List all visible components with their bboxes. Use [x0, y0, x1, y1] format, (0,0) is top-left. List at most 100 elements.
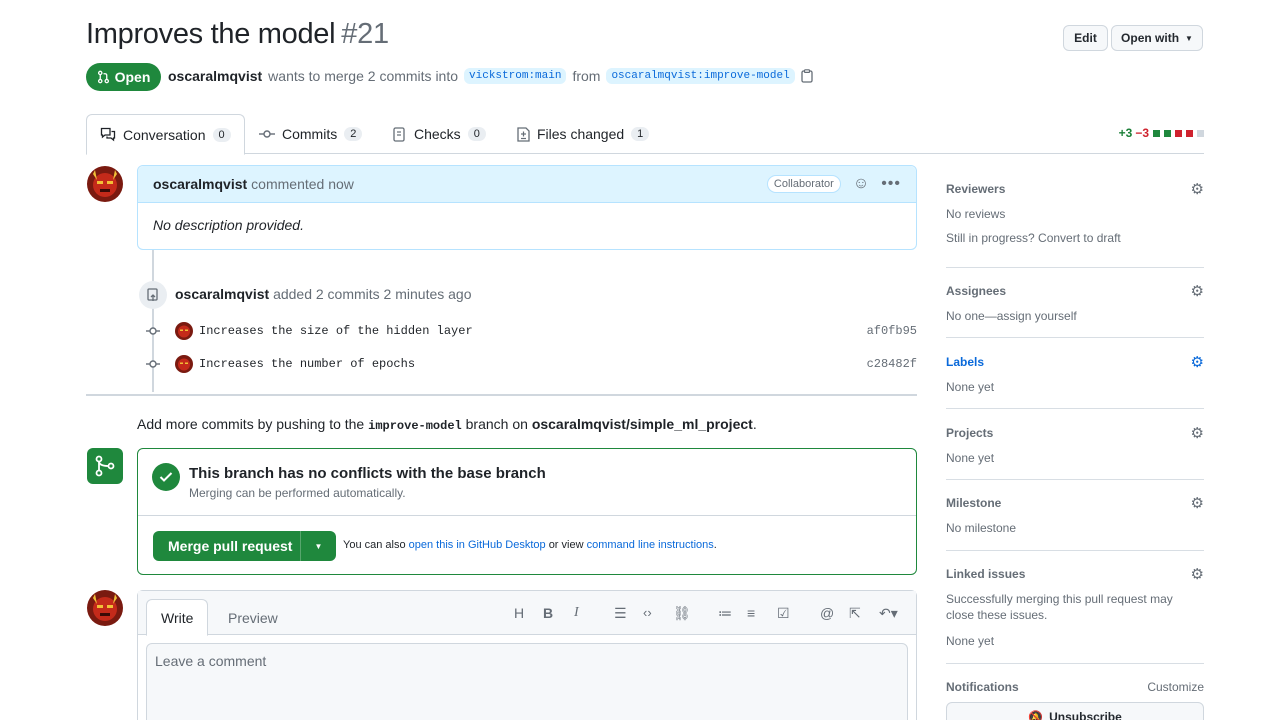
- code-icon[interactable]: ‹›: [643, 605, 652, 620]
- tab-conversation-label: Conversation: [123, 126, 206, 143]
- task-list-icon[interactable]: ☑: [777, 605, 790, 622]
- git-commit-icon: [146, 360, 160, 368]
- kebab-horizontal-icon[interactable]: •••: [881, 175, 901, 193]
- open-with-button[interactable]: Open with ▼: [1111, 25, 1203, 51]
- quote-icon[interactable]: ☰: [614, 605, 627, 622]
- sidebar-divider: [946, 479, 1204, 480]
- mention-icon[interactable]: @: [820, 605, 834, 621]
- linked-issues-heading[interactable]: Linked issues: [946, 567, 1204, 581]
- push-hint-repo[interactable]: oscaralmqvist/simple_ml_project: [532, 416, 753, 432]
- projects-value: None yet: [946, 451, 995, 465]
- tab-preview[interactable]: Preview: [214, 599, 292, 636]
- heading-icon[interactable]: H: [514, 605, 524, 621]
- sidebar-projects: Projects ⚙ None yet: [946, 424, 1204, 466]
- merge-button-label: Merge pull request: [168, 538, 293, 554]
- merge-options-caret-icon[interactable]: ▼: [300, 531, 336, 561]
- convert-to-draft-link[interactable]: Still in progress? Convert to draft: [946, 230, 1204, 246]
- commit-message[interactable]: Increases the size of the hidden layer: [199, 324, 473, 338]
- comment-author[interactable]: oscaralmqvist: [153, 176, 247, 192]
- sidebar-labels: Labels ⚙ None yet: [946, 353, 1204, 395]
- milestone-heading[interactable]: Milestone: [946, 496, 1204, 510]
- diffstat-block: [1186, 129, 1193, 137]
- tab-checks[interactable]: Checks 0: [380, 114, 499, 154]
- gear-icon[interactable]: ⚙: [1191, 565, 1204, 583]
- push-hint-middle: branch on: [465, 416, 528, 432]
- commit-author-avatar[interactable]: [175, 355, 193, 373]
- merge-pull-request-button[interactable]: Merge pull request ▼: [153, 531, 336, 561]
- pr-author-link[interactable]: oscaralmqvist: [168, 68, 262, 84]
- pr-merge-text: wants to merge 2 commits into: [268, 68, 459, 84]
- diffstat-deletions: −3: [1135, 126, 1149, 140]
- tab-conversation[interactable]: Conversation 0: [86, 114, 245, 155]
- assignees-value[interactable]: No one—assign yourself: [946, 308, 1204, 324]
- gear-icon[interactable]: ⚙: [1191, 494, 1204, 512]
- reply-icon[interactable]: ↶▾: [879, 605, 898, 622]
- cli-instructions-link[interactable]: command line instructions: [587, 539, 714, 551]
- diffstat: +3 −3: [1119, 126, 1204, 140]
- editor-tabs: Write Preview H B I ☰ ‹› ⛓ ≔ ≡ ☑ @ ⇱ ↶▾: [138, 591, 916, 636]
- avatar[interactable]: [87, 166, 123, 202]
- commit-sha[interactable]: c28482f: [867, 357, 917, 371]
- tab-commits[interactable]: Commits 2: [246, 114, 375, 154]
- pr-state-label: Open: [114, 69, 151, 85]
- comment-body: No description provided.: [153, 217, 304, 233]
- comment-action: commented now: [251, 176, 354, 192]
- merge-or-view-text: or view: [548, 539, 584, 551]
- merge-box-divider: [138, 515, 916, 516]
- open-with-label: Open with: [1121, 31, 1180, 45]
- check-circle-icon: [152, 463, 180, 491]
- copy-icon[interactable]: [801, 69, 813, 83]
- gear-icon[interactable]: ⚙: [1191, 180, 1204, 198]
- unordered-list-icon[interactable]: ≔: [718, 605, 732, 622]
- linked-issues-value: None yet: [946, 634, 995, 648]
- commits-event-author[interactable]: oscaralmqvist: [175, 286, 269, 302]
- cross-reference-icon[interactable]: ⇱: [849, 605, 861, 622]
- commit-icon: [259, 130, 275, 138]
- open-desktop-link[interactable]: open this in GitHub Desktop: [409, 539, 546, 551]
- pr-description-comment: oscaralmqvist commented now Collaborator…: [137, 165, 917, 250]
- projects-heading[interactable]: Projects: [946, 426, 1204, 440]
- sidebar-divider: [946, 408, 1204, 409]
- bold-icon[interactable]: B: [543, 605, 553, 621]
- git-merge-icon: [87, 448, 123, 484]
- push-hint-suffix: .: [752, 416, 757, 432]
- file-diff-icon: [517, 126, 530, 142]
- push-hint: Add more commits by pushing to the impro…: [137, 416, 757, 433]
- italic-icon[interactable]: I: [574, 605, 579, 621]
- tab-checks-count: 0: [467, 127, 486, 141]
- labels-heading[interactable]: Labels: [946, 355, 1204, 369]
- comment-textarea[interactable]: Leave a comment: [146, 643, 908, 720]
- assignees-heading[interactable]: Assignees: [946, 284, 1204, 298]
- merge-status-title: This branch has no conflicts with the ba…: [189, 465, 546, 482]
- linked-issues-description: Successfully merging this pull request m…: [946, 592, 1173, 622]
- merge-also-text: You can also: [343, 539, 406, 551]
- comment-header: oscaralmqvist commented now Collaborator…: [138, 166, 916, 203]
- head-branch[interactable]: oscaralmqvist:improve-model: [606, 68, 795, 84]
- gear-icon[interactable]: ⚙: [1191, 353, 1204, 371]
- smiley-icon[interactable]: ☺: [853, 175, 869, 193]
- gear-icon[interactable]: ⚙: [1191, 424, 1204, 442]
- commits-event: oscaralmqvist added 2 commits 2 minutes …: [175, 286, 472, 302]
- tab-write[interactable]: Write: [146, 599, 209, 636]
- comment-discussion-icon: [100, 127, 116, 142]
- edit-button[interactable]: Edit: [1063, 25, 1108, 51]
- commit-message[interactable]: Increases the number of epochs: [199, 357, 415, 371]
- commit-row: Increases the size of the hidden layer a…: [146, 322, 917, 340]
- pr-number: #21: [341, 18, 389, 50]
- link-icon[interactable]: ⛓: [673, 605, 691, 622]
- current-user-avatar[interactable]: [87, 590, 123, 626]
- merge-period: .: [713, 539, 717, 551]
- tab-files-changed[interactable]: Files changed 1: [504, 114, 662, 154]
- gear-icon[interactable]: ⚙: [1191, 282, 1204, 300]
- base-branch[interactable]: vickstrom:main: [464, 68, 567, 84]
- reviewers-heading[interactable]: Reviewers: [946, 182, 1204, 196]
- customize-link[interactable]: Customize: [1147, 680, 1204, 694]
- ordered-list-icon[interactable]: ≡: [747, 605, 755, 621]
- commit-sha[interactable]: af0fb95: [867, 324, 917, 338]
- diffstat-additions: +3: [1118, 126, 1133, 140]
- commit-author-avatar[interactable]: [175, 322, 193, 340]
- push-hint-branch: improve-model: [368, 419, 462, 433]
- sidebar-reviewers: Reviewers ⚙ No reviews Still in progress…: [946, 180, 1204, 246]
- unsubscribe-button[interactable]: 🔕 Unsubscribe: [946, 702, 1204, 720]
- diffstat-block: [1153, 129, 1160, 137]
